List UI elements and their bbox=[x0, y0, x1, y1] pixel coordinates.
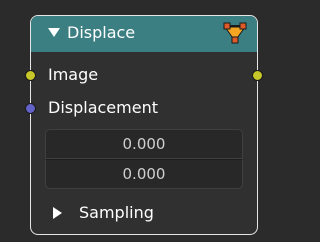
image-output-socket[interactable] bbox=[252, 70, 263, 81]
node-title: Displace bbox=[67, 23, 136, 42]
sampling-panel-label: Sampling bbox=[79, 203, 154, 222]
node-editor-canvas: Displace Image Displacement 0.000 0.000 bbox=[0, 0, 265, 242]
node-group-icon bbox=[223, 22, 247, 44]
collapse-arrow-icon[interactable] bbox=[48, 28, 60, 37]
displacement-socket-row: Displacement bbox=[25, 96, 257, 120]
image-input-socket[interactable] bbox=[25, 70, 36, 81]
sampling-panel-toggle[interactable]: Sampling bbox=[31, 201, 257, 225]
displacement-input-socket[interactable] bbox=[25, 103, 36, 114]
displace-node[interactable]: Displace Image Displacement 0.000 0.000 bbox=[25, 15, 263, 235]
displacement-socket-label: Displacement bbox=[48, 98, 158, 117]
image-socket-label: Image bbox=[48, 65, 99, 84]
image-socket-row: Image bbox=[25, 63, 263, 87]
y-value-field[interactable]: 0.000 bbox=[45, 159, 243, 189]
expand-arrow-icon[interactable] bbox=[53, 207, 62, 219]
x-value-field[interactable]: 0.000 bbox=[45, 129, 243, 159]
node-header[interactable]: Displace bbox=[31, 16, 257, 52]
